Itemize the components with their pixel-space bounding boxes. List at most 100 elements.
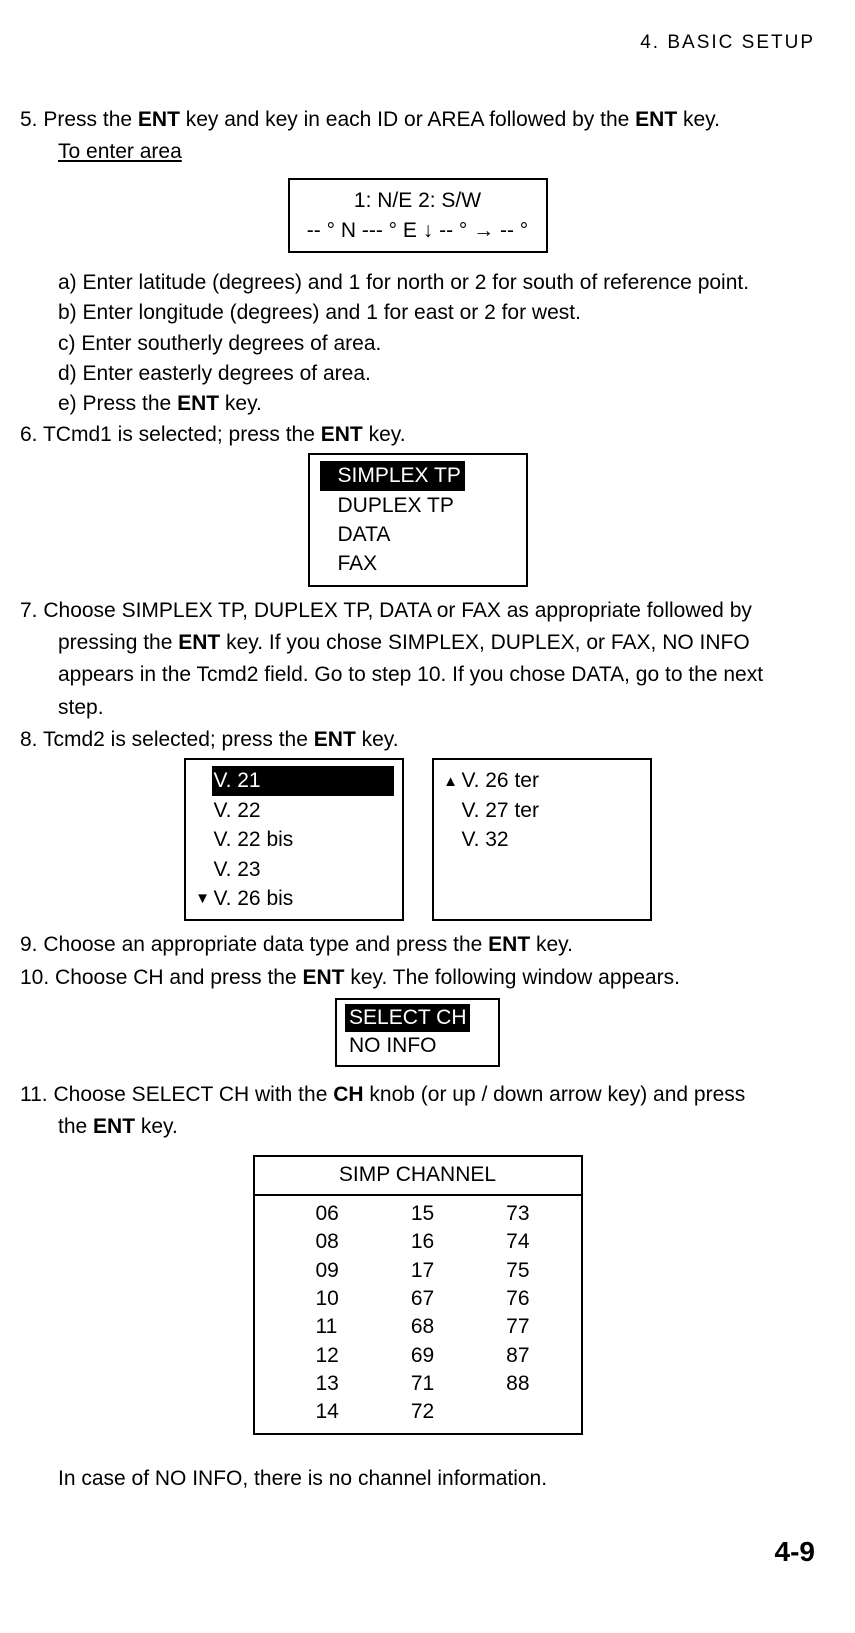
text: knob (or up / down arrow key) and press [364, 1083, 746, 1106]
text: 8. Tcmd2 is selected; press the [20, 728, 314, 751]
substeps-list: a) Enter latitude (degrees) and 1 for no… [20, 269, 815, 419]
menu-row [442, 855, 642, 884]
ent-key: ENT [178, 631, 220, 654]
text: key. [356, 728, 399, 751]
text: 11. Choose SELECT CH with the [20, 1083, 333, 1106]
menu-label [460, 855, 642, 884]
channel-column-1: 06 08 09 10 11 12 13 14 [305, 1200, 338, 1427]
menu-label: V. 23 [212, 855, 394, 884]
ch-knob: CH [333, 1083, 363, 1106]
tcmd1-menu: SIMPLEX TP DUPLEX TP DATA FAX [308, 453, 528, 587]
ent-key: ENT [314, 728, 356, 751]
menu-item-simplex: SIMPLEX TP [320, 461, 516, 490]
channel-value: 71 [401, 1370, 434, 1398]
to-enter-area: To enter area [20, 138, 815, 166]
ent-key: ENT [635, 108, 677, 131]
menu-item-select-ch: SELECT CH [345, 1004, 490, 1032]
table-title: SIMP CHANNEL [255, 1157, 581, 1195]
menu-row: V. 23 [194, 855, 394, 884]
substep-e: e) Press the ENT key. [58, 390, 815, 418]
channel-value: 69 [401, 1342, 434, 1370]
menu-label [460, 884, 642, 913]
display-line-2: -- ° N --- ° E ↓ -- ° → -- ° [302, 216, 534, 245]
channel-value: 16 [401, 1228, 434, 1256]
channel-value: 87 [496, 1342, 529, 1370]
text: 9. Choose an appropriate data type and p… [20, 933, 488, 956]
text: the [58, 1115, 93, 1138]
channel-value: 15 [401, 1200, 434, 1228]
substep-b: b) Enter longitude (degrees) and 1 for e… [58, 299, 815, 327]
channel-value: 76 [496, 1285, 529, 1313]
step-7-line4: step. [20, 694, 815, 722]
channel-column-2: 15 16 17 67 68 69 71 72 [401, 1200, 434, 1427]
text: key. The following window appears. [345, 966, 680, 989]
menu-label: V. 26 bis [212, 884, 394, 913]
menu-label: SIMPLEX TP [320, 461, 465, 490]
channel-value: 13 [305, 1370, 338, 1398]
menu-row: V. 21 [194, 766, 394, 795]
channel-value: 75 [496, 1257, 529, 1285]
area-input-display: 1: N/E 2: S/W -- ° N --- ° E ↓ -- ° → --… [288, 178, 548, 253]
down-arrow-icon: ▼ [194, 888, 212, 909]
menu-label: SELECT CH [345, 1004, 470, 1032]
step-7-line2: pressing the ENT key. If you chose SIMPL… [20, 629, 815, 657]
menu-row [442, 884, 642, 913]
menu-item-fax: FAX [320, 549, 516, 578]
menu-row: V. 32 [442, 825, 642, 854]
ent-key: ENT [303, 966, 345, 989]
channel-column-3: 73 74 75 76 77 87 88 [496, 1200, 529, 1427]
channel-value: 12 [305, 1342, 338, 1370]
menu-label: V. 32 [460, 825, 642, 854]
step-10: 10. Choose CH and press the ENT key. The… [20, 964, 815, 992]
menu-item-duplex: DUPLEX TP [320, 491, 516, 520]
text: key. [677, 108, 720, 131]
simp-channel-table: SIMP CHANNEL 06 08 09 10 11 12 13 14 15 … [253, 1155, 583, 1434]
substep-a: a) Enter latitude (degrees) and 1 for no… [58, 269, 815, 297]
ent-key: ENT [138, 108, 180, 131]
table-body: 06 08 09 10 11 12 13 14 15 16 17 67 68 6… [255, 1196, 581, 1433]
channel-value: 10 [305, 1285, 338, 1313]
channel-value: 09 [305, 1257, 338, 1285]
menu-row: V. 22 bis [194, 825, 394, 854]
text: key. [530, 933, 573, 956]
text: key. If you chose SIMPLEX, DUPLEX, or FA… [220, 631, 749, 654]
menu-row: ▲V. 26 ter [442, 766, 642, 795]
channel-value: 77 [496, 1313, 529, 1341]
channel-value: 14 [305, 1398, 338, 1426]
ent-key: ENT [177, 392, 219, 415]
select-ch-menu: SELECT CH NO INFO [335, 998, 500, 1067]
ent-key: ENT [93, 1115, 135, 1138]
menu-label: V. 27 ter [460, 796, 642, 825]
menu-row: ▼V. 26 bis [194, 884, 394, 913]
chapter-header: 4. BASIC SETUP [20, 30, 815, 56]
text: key and key in each ID or AREA followed … [180, 108, 635, 131]
text: 6. TCmd1 is selected; press the [20, 423, 321, 446]
menu-row: V. 22 [194, 796, 394, 825]
step-11-line2: the ENT key. [20, 1113, 815, 1141]
no-info-note: In case of NO INFO, there is no channel … [20, 1465, 815, 1493]
text: 10. Choose CH and press the [20, 966, 303, 989]
tcmd2-menu-left: V. 21 V. 22 V. 22 bis V. 23 ▼V. 26 bis [184, 758, 404, 921]
channel-value: 68 [401, 1313, 434, 1341]
menu-label: V. 22 [212, 796, 394, 825]
channel-value: 67 [401, 1285, 434, 1313]
text: e) Press the [58, 392, 177, 415]
menu-row: V. 27 ter [442, 796, 642, 825]
channel-value: 17 [401, 1257, 434, 1285]
substep-c: c) Enter southerly degrees of area. [58, 330, 815, 358]
text: 5. Press the [20, 108, 138, 131]
menu-item-no-info: NO INFO [345, 1032, 490, 1060]
step-11-line1: 11. Choose SELECT CH with the CH knob (o… [20, 1081, 815, 1109]
step-7-line1: 7. Choose SIMPLEX TP, DUPLEX TP, DATA or… [20, 597, 815, 625]
channel-value: 74 [496, 1228, 529, 1256]
ent-key: ENT [488, 933, 530, 956]
page-number: 4-9 [20, 1533, 815, 1571]
channel-value: 08 [305, 1228, 338, 1256]
text: key. [219, 392, 262, 415]
step-5: 5. Press the ENT key and key in each ID … [20, 106, 815, 134]
text: key. [363, 423, 406, 446]
up-arrow-icon: ▲ [442, 771, 460, 792]
step-6: 6. TCmd1 is selected; press the ENT key. [20, 421, 815, 449]
channel-value: 72 [401, 1398, 434, 1426]
tcmd2-menu-right: ▲V. 26 ter V. 27 ter V. 32 [432, 758, 652, 921]
